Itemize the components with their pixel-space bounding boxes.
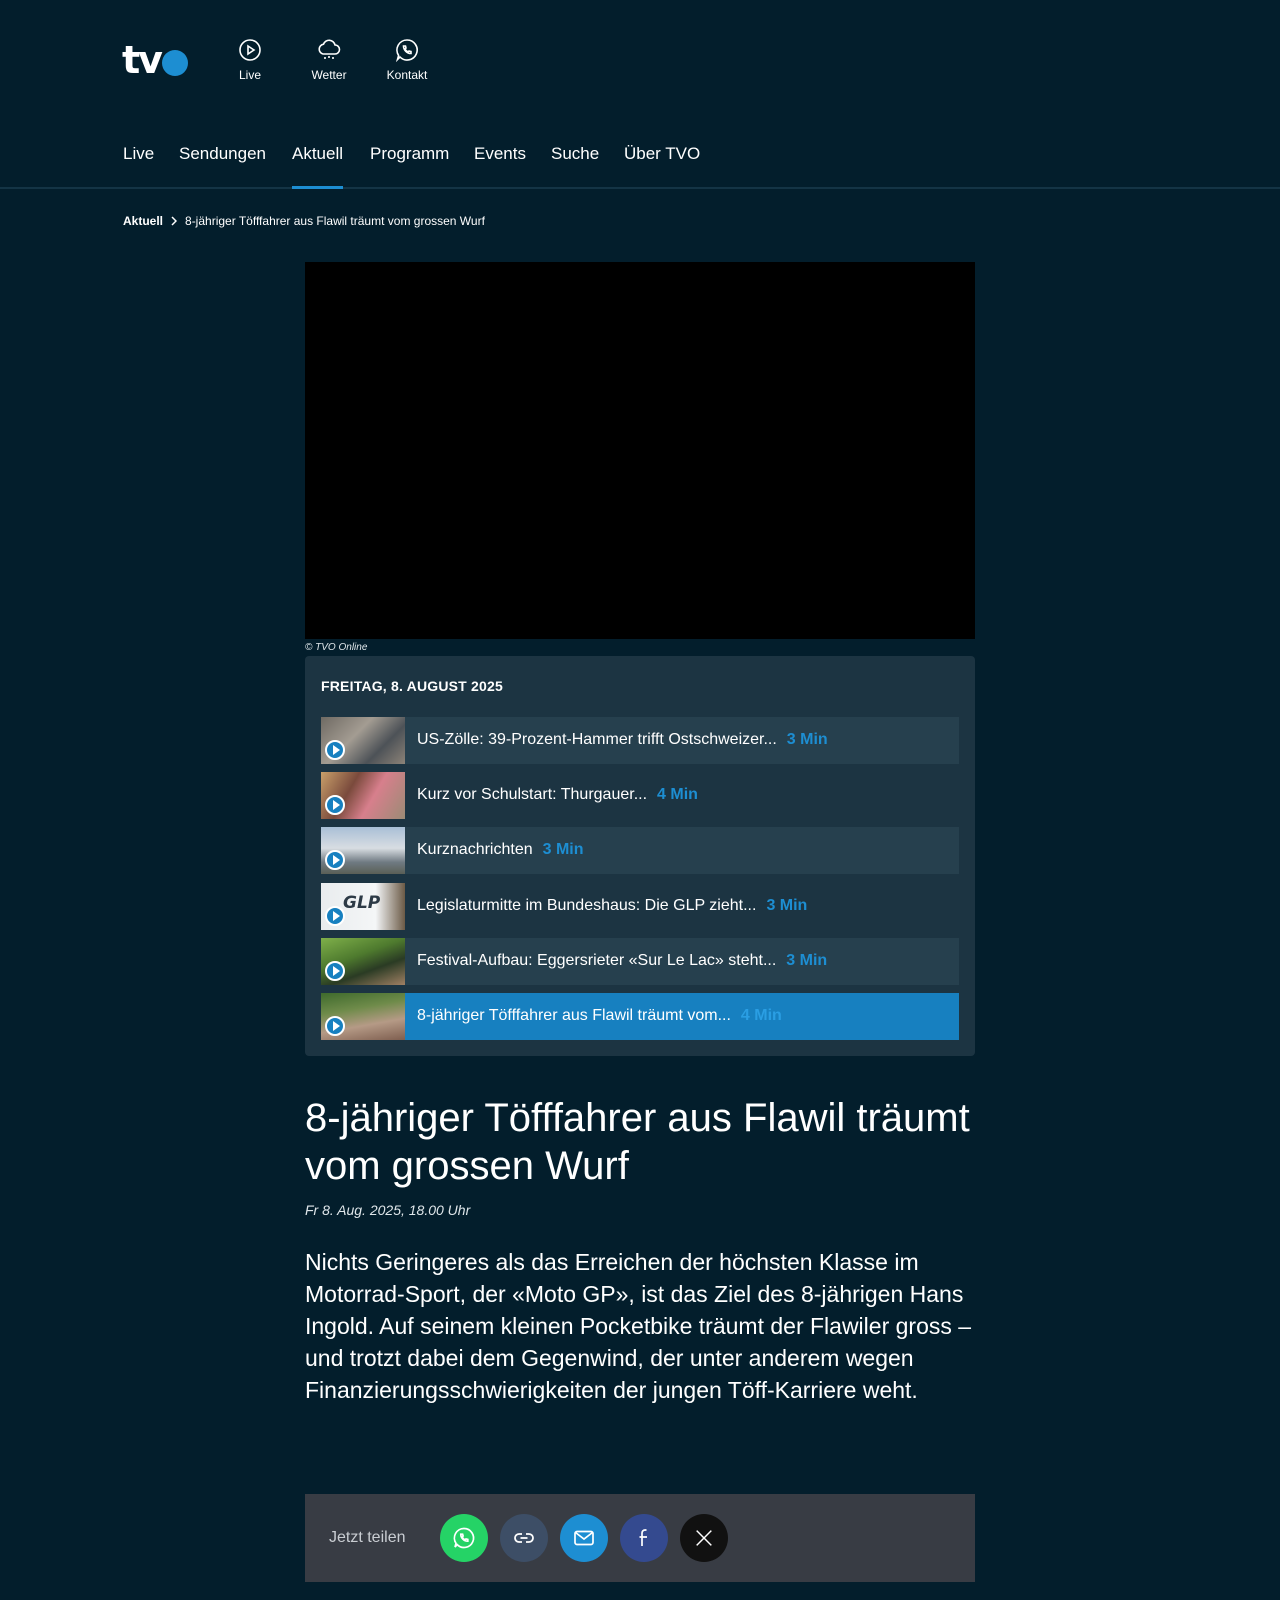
share-x-button[interactable] — [680, 1514, 728, 1562]
playlist-item[interactable]: US-Zölle: 39-Prozent-Hammer trifft Ostsc… — [321, 717, 959, 764]
play-icon — [325, 850, 345, 870]
facebook-icon — [639, 1529, 647, 1546]
breadcrumb-root[interactable]: Aktuell — [123, 214, 163, 228]
nav-item-programm[interactable]: Programm — [370, 144, 449, 187]
top-bar: tv Live Wetter Kontakt — [0, 0, 1280, 110]
playlist-item-active[interactable]: 8-jähriger Töfffahrer aus Flawil träumt … — [321, 993, 959, 1040]
chevron-right-icon — [171, 216, 178, 226]
play-circle-icon — [239, 39, 261, 61]
breadcrumb-current: 8-jähriger Töfffahrer aus Flawil träumt … — [185, 214, 485, 228]
playlist-item-duration: 4 Min — [740, 1007, 782, 1024]
logo-text: tv — [122, 38, 163, 82]
article-date: Fr 8. Aug. 2025, 18.00 Uhr — [305, 1202, 471, 1218]
playlist-item-title: 8-jähriger Töfffahrer aus Flawil träumt … — [417, 1007, 731, 1024]
playlist-item[interactable]: Kurz vor Schulstart: Thurgauer... 4 Min — [321, 772, 959, 819]
nav-item-events[interactable]: Events — [474, 144, 526, 187]
tvo-logo[interactable]: tv — [122, 38, 192, 82]
quick-link-label: Live — [238, 68, 261, 82]
playlist-thumbnail — [321, 993, 405, 1040]
x-icon — [696, 1530, 712, 1546]
playlist-item[interactable]: GLP Legislaturmitte im Bundeshaus: Die G… — [321, 883, 959, 930]
playlist-item-duration: 3 Min — [786, 952, 828, 969]
playlist-item[interactable]: Kurznachrichten 3 Min — [321, 827, 959, 874]
article-headline: 8-jähriger Töfffahrer aus Flawil träumt … — [305, 1096, 970, 1188]
quick-link-label: Kontakt — [386, 68, 428, 82]
breadcrumb: Aktuell 8-jähriger Töfffahrer aus Flawil… — [123, 214, 485, 228]
nav-item-sendungen[interactable]: Sendungen — [179, 144, 266, 187]
playlist-item-duration: 3 Min — [542, 841, 584, 858]
play-icon — [325, 961, 345, 981]
playlist-thumbnail — [321, 772, 405, 819]
share-label: Jetzt teilen — [329, 1529, 406, 1546]
share-facebook-button[interactable] — [620, 1514, 668, 1562]
video-player[interactable] — [305, 262, 975, 639]
cloud-rain-icon — [318, 39, 341, 59]
article-lead: Nichts Geringeres als das Erreichen der … — [305, 1249, 972, 1403]
share-mail-button[interactable] — [560, 1514, 608, 1562]
video-playlist: FREITAG, 8. AUGUST 2025 US-Zölle: 39-Pro… — [305, 656, 975, 1056]
main-navigation: Live Sendungen Aktuell Programm Events S… — [0, 130, 1280, 189]
link-icon — [514, 1533, 534, 1543]
play-icon — [325, 740, 345, 760]
playlist-item-title: Legislaturmitte im Bundeshaus: Die GLP z… — [417, 897, 757, 914]
glp-thumbnail-text: GLP — [343, 893, 381, 913]
nav-item-suche[interactable]: Suche — [551, 144, 599, 187]
playlist-thumbnail — [321, 717, 405, 764]
playlist-thumbnail — [321, 938, 405, 985]
playlist-item-duration: 4 Min — [657, 786, 698, 803]
playlist-item-title: Kurznachrichten — [417, 841, 533, 858]
logo-dot — [162, 50, 188, 76]
playlist-date: FREITAG, 8. AUGUST 2025 — [321, 678, 503, 694]
playlist-thumbnail — [321, 827, 405, 874]
playlist-item-title: Kurz vor Schulstart: Thurgauer... — [417, 786, 648, 803]
mail-icon — [574, 1530, 594, 1546]
playlist-item-duration: 3 Min — [766, 897, 808, 914]
quick-link-label: Wetter — [311, 68, 347, 82]
playlist-item-duration: 3 Min — [786, 731, 828, 748]
play-icon — [325, 795, 345, 815]
playlist-thumbnail: GLP — [321, 883, 405, 930]
quick-link-kontakt[interactable]: Kontakt — [369, 38, 445, 84]
whatsapp-icon — [395, 39, 418, 62]
whatsapp-icon — [453, 1527, 475, 1549]
play-icon — [325, 906, 345, 926]
nav-item-live[interactable]: Live — [123, 144, 154, 187]
share-bar: Jetzt teilen — [305, 1494, 975, 1582]
quick-link-wetter[interactable]: Wetter — [291, 38, 367, 84]
play-icon — [325, 1016, 345, 1036]
nav-item-ueber-tvo[interactable]: Über TVO — [624, 144, 700, 187]
playlist-item-title: US-Zölle: 39-Prozent-Hammer trifft Ostsc… — [417, 731, 777, 748]
quick-link-live[interactable]: Live — [212, 38, 288, 84]
playlist-item[interactable]: Festival-Aufbau: Eggersrieter «Sur Le La… — [321, 938, 959, 985]
video-credit: © TVO Online — [305, 642, 368, 653]
share-link-button[interactable] — [500, 1514, 548, 1562]
playlist-item-title: Festival-Aufbau: Eggersrieter «Sur Le La… — [417, 952, 777, 969]
nav-item-aktuell[interactable]: Aktuell — [292, 144, 344, 189]
share-whatsapp-button[interactable] — [440, 1514, 488, 1562]
